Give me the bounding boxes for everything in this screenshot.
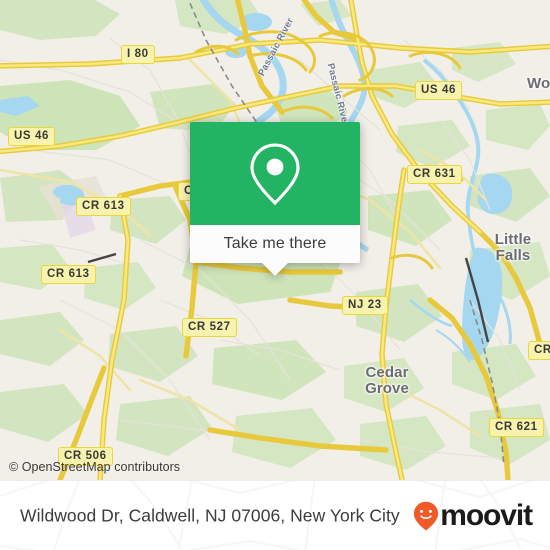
map-screenshot: I 80 US 46 US 46 CR 631 CR 613 CR 613 CR… [0, 0, 550, 550]
footer-bar: Wildwood Dr, Caldwell, NJ 07006, New Yor… [0, 480, 550, 550]
place-label-little-falls: Little Falls [494, 231, 532, 264]
road-shield[interactable]: I 80 [121, 45, 155, 64]
road-shield[interactable]: CR 621 [489, 418, 544, 437]
osm-attribution[interactable]: © OpenStreetMap contributors [9, 460, 180, 474]
address-text: Wildwood Dr, Caldwell, NJ 07006, New Yor… [20, 505, 400, 526]
map-canvas[interactable]: I 80 US 46 US 46 CR 631 CR 613 CR 613 CR… [0, 0, 550, 480]
callout-pointer [262, 263, 288, 276]
take-me-there-button[interactable]: Take me there [190, 225, 360, 263]
road-shield[interactable]: CR 527 [182, 318, 237, 337]
road-shield[interactable]: NJ 23 [342, 296, 388, 315]
road-shield[interactable]: US 46 [8, 127, 55, 146]
take-me-there-label: Take me there [223, 235, 327, 252]
road-shield[interactable]: CR 631 [407, 165, 462, 184]
map-pin-icon [250, 142, 300, 205]
moovit-logo[interactable]: moovit [413, 499, 533, 532]
road-shield[interactable]: CR [528, 341, 550, 360]
road-shield[interactable]: CR 613 [41, 265, 96, 284]
place-label-woodland-park: Wo [527, 75, 550, 92]
place-label-cedar-grove: Cedar Grove [365, 364, 409, 397]
moovit-pin-smile-icon [414, 501, 439, 531]
road-shield[interactable]: CR 613 [76, 197, 131, 216]
location-callout-card[interactable]: Take me there [190, 122, 360, 276]
road-shield[interactable]: US 46 [415, 81, 462, 100]
callout-pin-area [190, 122, 360, 225]
moovit-wordmark: moovit [440, 499, 533, 532]
